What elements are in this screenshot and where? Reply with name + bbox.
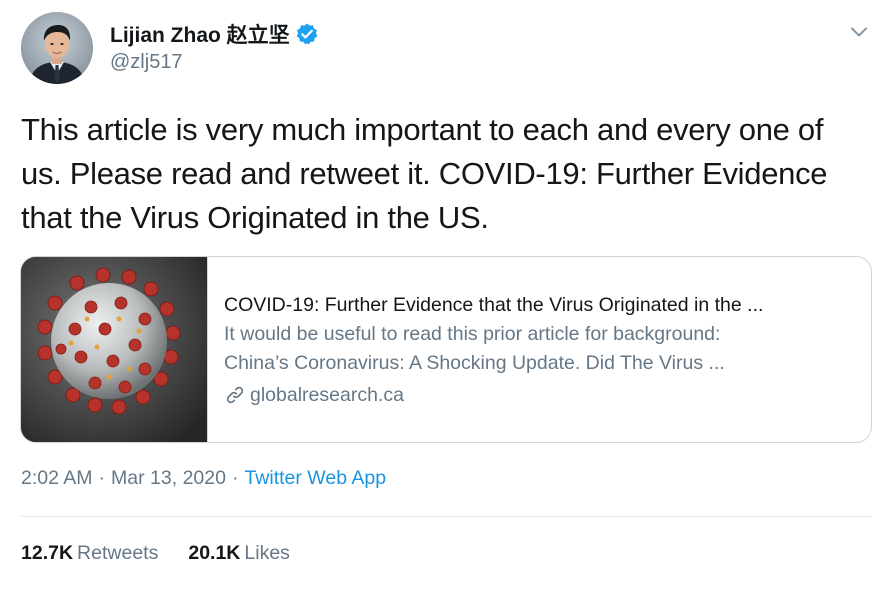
card-description-line: It would be useful to read this prior ar… xyxy=(224,323,721,345)
chevron-down-icon[interactable] xyxy=(847,20,871,44)
retweets-stat[interactable]: 12.7K Retweets xyxy=(21,542,158,565)
avatar[interactable] xyxy=(21,12,93,84)
likes-label: Likes xyxy=(244,542,290,564)
tweet-stats: 12.7K Retweets 20.1K Likes xyxy=(21,542,290,565)
card-title: COVID-19: Further Evidence that the Viru… xyxy=(224,294,764,316)
coronavirus-image xyxy=(21,257,208,442)
tweet-text: This article is very much important to e… xyxy=(21,112,828,235)
display-name[interactable]: Lijian Zhao 赵立坚 xyxy=(110,19,290,49)
link-preview-card[interactable]: COVID-19: Further Evidence that the Viru… xyxy=(20,256,872,443)
card-description: It would be useful to read this prior ar… xyxy=(224,320,854,378)
tweet: Lijian Zhao 赵立坚 @zlj517 This article is … xyxy=(0,0,890,590)
tweet-time[interactable]: 2:02 AM xyxy=(21,467,93,489)
card-body: COVID-19: Further Evidence that the Viru… xyxy=(224,291,854,409)
divider xyxy=(20,516,872,517)
card-domain-text: globalresearch.ca xyxy=(250,383,404,406)
retweets-label: Retweets xyxy=(77,542,159,564)
card-domain: globalresearch.ca xyxy=(224,381,854,409)
author-block: Lijian Zhao 赵立坚 @zlj517 xyxy=(110,21,319,74)
author-name-row: Lijian Zhao 赵立坚 xyxy=(110,21,319,47)
handle[interactable]: @zlj517 xyxy=(110,51,319,74)
likes-stat[interactable]: 20.1K Likes xyxy=(188,542,290,565)
retweets-count: 12.7K xyxy=(21,542,74,564)
meta-separator: · xyxy=(98,467,106,489)
tweet-date[interactable]: Mar 13, 2020 xyxy=(111,467,226,489)
profile-photo xyxy=(21,12,93,84)
card-description-line: China’s Coronavirus: A Shocking Update. … xyxy=(224,352,725,374)
link-icon xyxy=(226,386,244,404)
verified-badge-icon xyxy=(295,22,319,46)
meta-separator: · xyxy=(231,467,239,489)
tweet-meta: 2:02 AM · Mar 13, 2020 · Twitter Web App xyxy=(21,467,386,490)
tweet-source-link[interactable]: Twitter Web App xyxy=(244,467,386,489)
likes-count: 20.1K xyxy=(188,542,241,564)
